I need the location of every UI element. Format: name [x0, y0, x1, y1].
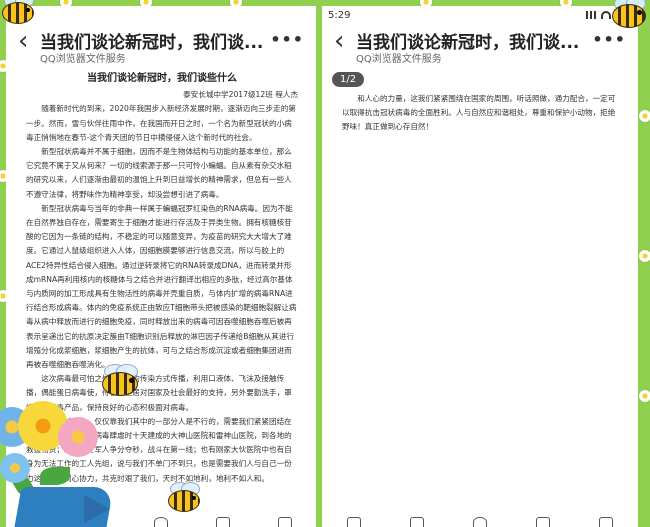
flower-icon — [639, 390, 650, 402]
share-icon[interactable] — [278, 517, 292, 527]
back-icon[interactable]: ‹ — [334, 28, 344, 54]
paragraph: 和人心的力量，这我们紧紧围绕在国家的周围，听话照做，通力配合，一定可以取得抗击冠… — [342, 94, 616, 132]
more-icon[interactable]: ••• — [270, 30, 304, 49]
right-phone-screen: 5:29 ‹ 当我们谈论新冠时，我们谈... QQ浏览器文件服务 ••• 1/2… — [322, 6, 638, 527]
document-body: 和人心的力量，这我们紧紧围绕在国家的周围，听话照做，通力配合，一定可以取得抗击冠… — [322, 66, 638, 135]
search-icon[interactable] — [154, 517, 168, 527]
search-icon[interactable] — [472, 517, 487, 527]
signal-icon — [586, 11, 596, 19]
convert-icon[interactable] — [536, 517, 551, 527]
status-bar — [6, 6, 316, 24]
bottom-toolbar — [322, 513, 638, 527]
header-bar: ‹ 当我们谈论新冠时，我们谈... QQ浏览器文件服务 ••• — [322, 24, 638, 66]
paragraph: 新型冠状病毒并不属于细胞，因而不是生物体结构与功能的基本单位，那么它究竟不属于又… — [26, 147, 292, 199]
bee-sticker-icon — [612, 0, 647, 28]
bee-sticker-icon — [2, 0, 35, 24]
document-title: 当我们谈论新冠时，我们谈些什么 — [87, 73, 237, 84]
bee-sticker-icon — [168, 482, 201, 512]
page-indicator: 1/2 — [332, 72, 365, 87]
bee-sticker-icon — [102, 363, 139, 396]
paragraph: 随着新时代的到来，2020年我国步入新经济发展时期，逐渐迈向三步走的第一步。然而… — [26, 104, 296, 142]
paragraph: 新型冠状病毒与当年的非典一样属于蝙蝠冠罗红染色的RNA病毒。因为不能在自然界独自… — [26, 203, 297, 370]
wifi-icon — [601, 11, 611, 19]
edit-icon[interactable] — [346, 517, 361, 527]
page-subtitle: QQ浏览器文件服务 — [40, 54, 126, 65]
flower-icon — [639, 250, 650, 262]
convert-icon[interactable] — [216, 517, 230, 527]
next-arrow-icon — [84, 495, 110, 523]
back-icon[interactable]: ‹ — [18, 28, 28, 54]
page-subtitle: QQ浏览器文件服务 — [356, 54, 442, 65]
share-icon[interactable] — [599, 517, 614, 527]
flower-icon — [639, 110, 650, 122]
file-icon[interactable] — [409, 517, 424, 527]
status-time: 5:29 — [328, 9, 351, 21]
status-bar: 5:29 — [322, 6, 638, 24]
document-author: 泰安长城中学2017级12班 程人杰 — [183, 90, 298, 100]
more-icon[interactable]: ••• — [592, 30, 626, 49]
header-bar: ‹ 当我们谈论新冠时，我们谈... QQ浏览器文件服务 ••• — [6, 24, 316, 66]
